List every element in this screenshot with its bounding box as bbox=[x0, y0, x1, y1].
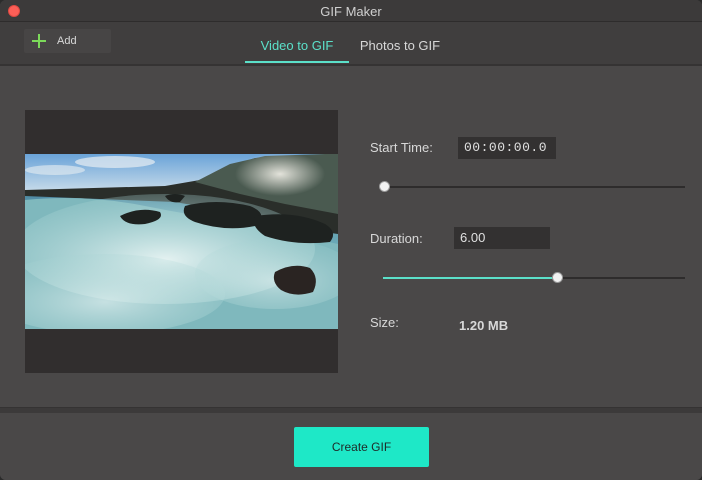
title-bar: GIF Maker bbox=[0, 0, 702, 22]
video-frame-image bbox=[25, 154, 338, 329]
start-time-field[interactable]: 00:00:00.0 bbox=[458, 137, 556, 159]
tab-video-to-gif[interactable]: Video to GIF bbox=[245, 38, 349, 63]
duration-slider-fill bbox=[383, 277, 558, 279]
tab-photos-to-gif[interactable]: Photos to GIF bbox=[350, 38, 450, 63]
add-button[interactable]: Add bbox=[24, 29, 111, 53]
add-button-label: Add bbox=[57, 35, 77, 47]
start-time-label: Start Time: bbox=[370, 140, 433, 155]
size-value: 1.20 MB bbox=[459, 318, 509, 333]
app-window: GIF Maker Add Video to GIF Photos to GIF bbox=[0, 0, 702, 480]
duration-label: Duration: bbox=[370, 231, 423, 246]
toolbar-divider bbox=[0, 64, 702, 66]
video-preview bbox=[25, 110, 338, 373]
duration-field[interactable]: 6.00 bbox=[454, 227, 550, 249]
size-label: Size: bbox=[370, 315, 399, 330]
start-time-slider-thumb[interactable] bbox=[379, 181, 390, 192]
plus-icon bbox=[32, 34, 46, 48]
start-time-slider-track[interactable] bbox=[383, 186, 685, 188]
duration-slider-thumb[interactable] bbox=[552, 272, 563, 283]
window-title: GIF Maker bbox=[320, 4, 382, 19]
create-gif-button[interactable]: Create GIF bbox=[294, 427, 429, 467]
